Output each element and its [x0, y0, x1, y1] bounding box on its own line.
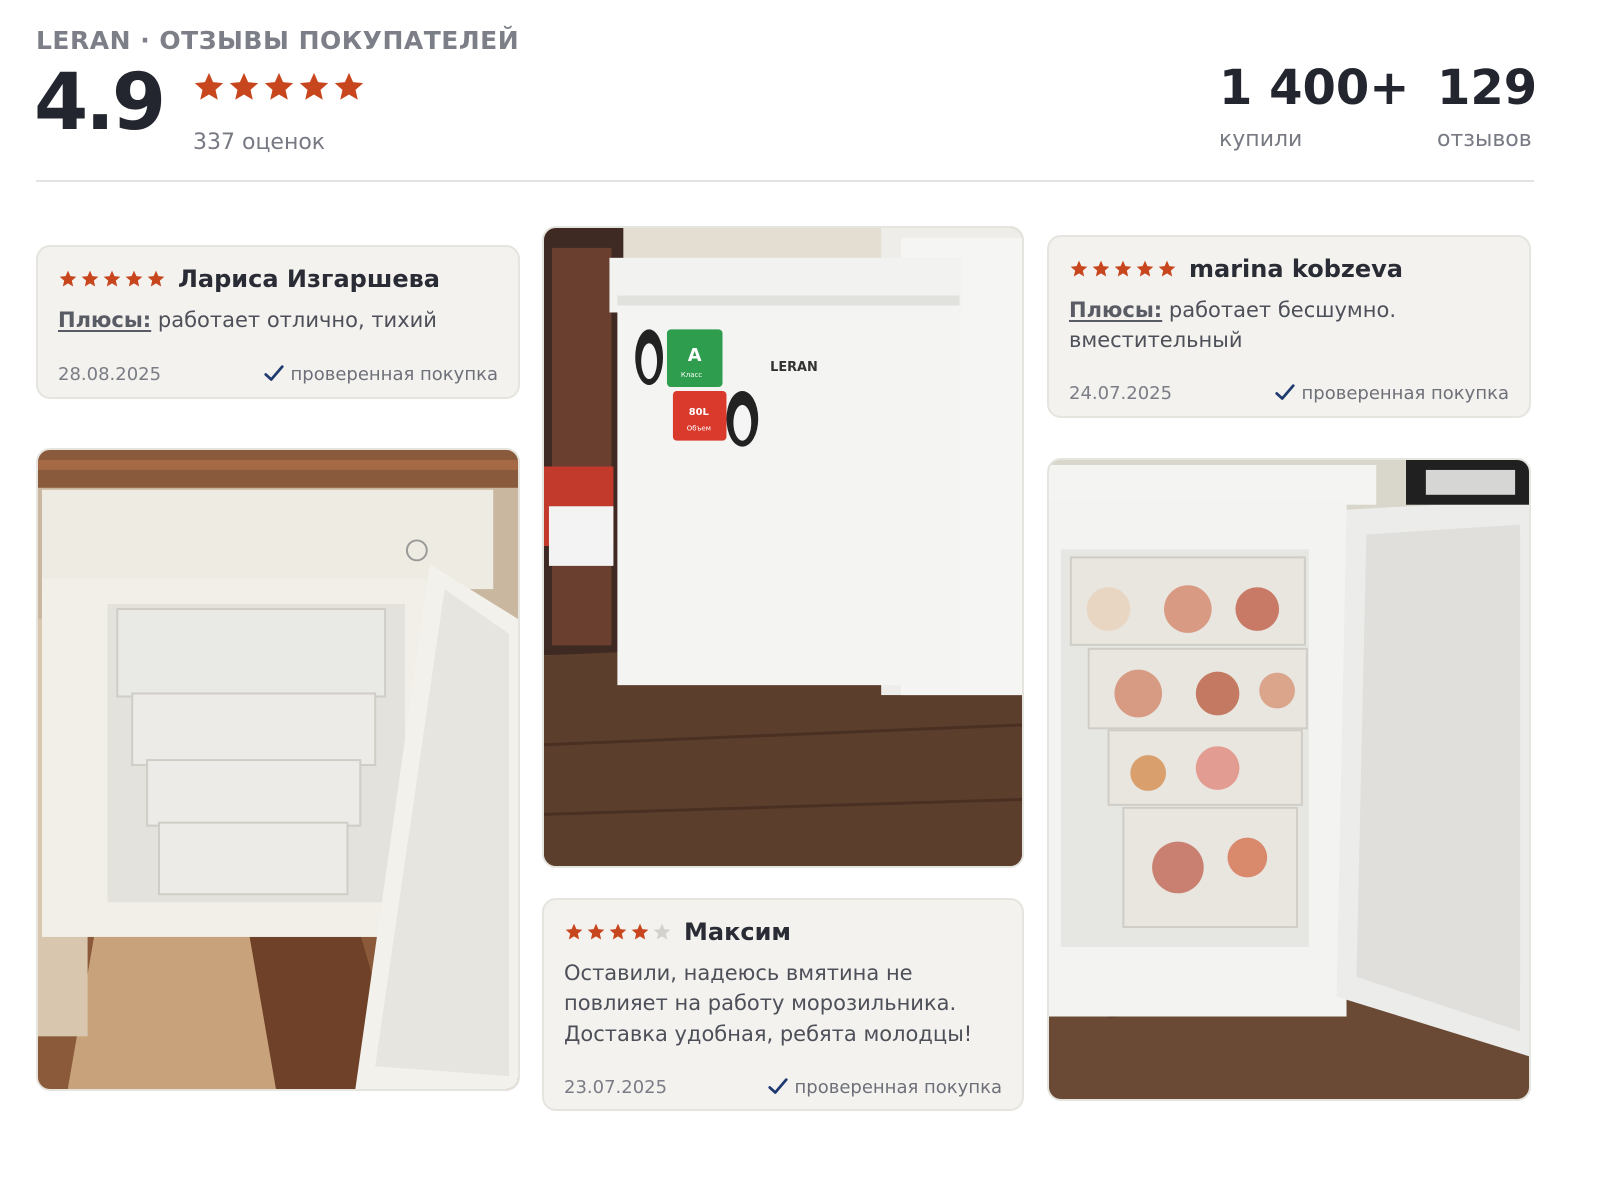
pros-label: Плюсы:: [1069, 298, 1163, 322]
volume-value: 80L: [689, 407, 710, 418]
star-icon: [299, 72, 329, 100]
review-photo[interactable]: [36, 448, 520, 1091]
checkmark-icon: [1274, 384, 1295, 400]
ratings-count: 337 оценок: [193, 130, 326, 155]
star-icon: [631, 923, 649, 940]
stat-bought-value: 1 400+: [1219, 60, 1410, 116]
review-header: Максим: [564, 918, 791, 946]
review-card[interactable]: Лариса Изгаршева Плюсы: работает отлично…: [36, 245, 520, 399]
verified-badge: проверенная покупка: [767, 1076, 1002, 1098]
star-icon: [1158, 260, 1176, 277]
review-text: Оставили, надеюсь вмятина не повлияет на…: [564, 961, 973, 1046]
star-icon: [609, 923, 627, 940]
review-header: Лариса Изгаршева: [58, 265, 440, 293]
freezer-filled-photo: [1049, 460, 1529, 1099]
review-footer: 28.08.2025 проверенная покупка: [58, 363, 498, 385]
pros-label: Плюсы:: [58, 308, 152, 332]
stat-reviews-value: 129: [1437, 60, 1538, 116]
review-header: marina kobzeva: [1069, 255, 1403, 283]
review-stars: [1069, 259, 1177, 279]
verified-text: проверенная покупка: [794, 1076, 1002, 1098]
volume-text: Объем: [687, 425, 711, 433]
energy-class-letter: A: [688, 345, 702, 366]
pros-text: работает отлично, тихий: [157, 308, 437, 332]
checkmark-icon: [263, 365, 284, 381]
star-icon: [1092, 260, 1110, 277]
star-icon: [1070, 260, 1088, 277]
review-footer: 24.07.2025 проверенная покупка: [1069, 382, 1509, 404]
verified-badge: проверенная покупка: [263, 363, 498, 385]
star-icon: [229, 72, 259, 100]
star-icon: [194, 72, 224, 100]
star-icon: [587, 923, 605, 940]
stat-reviews-label: отзывов: [1437, 126, 1532, 152]
energy-class-text: Класс: [681, 371, 702, 379]
review-card[interactable]: Максим Оставили, надеюсь вмятина не повл…: [542, 898, 1024, 1111]
review-date: 24.07.2025: [1069, 382, 1173, 404]
review-footer: 23.07.2025 проверенная покупка: [564, 1076, 1002, 1098]
star-icon: [565, 923, 583, 940]
stat-reviews: 129 отзывов: [1437, 62, 1537, 152]
freezer-open-photo: [38, 450, 518, 1089]
verified-text: проверенная покупка: [1301, 382, 1509, 404]
review-author: Максим: [684, 918, 792, 946]
verified-badge: проверенная покупка: [1274, 382, 1509, 404]
section-title: LERAN · ОТЗЫВЫ ПОКУПАТЕЛЕЙ: [36, 26, 520, 55]
review-date: 28.08.2025: [58, 363, 162, 385]
average-score: 4.9: [34, 58, 166, 148]
review-photo[interactable]: [1047, 458, 1531, 1101]
stat-bought-label: купили: [1219, 126, 1303, 152]
verified-text: проверенная покупка: [290, 363, 498, 385]
review-text: Плюсы: работает отлично, тихий: [58, 305, 500, 335]
review-author: Лариса Изгаршева: [178, 265, 440, 293]
star-icon: [59, 270, 77, 287]
star-icon: [1114, 260, 1132, 277]
star-icon: [81, 270, 99, 287]
star-icon: [264, 72, 294, 100]
star-icon: [103, 270, 121, 287]
review-stars: [58, 269, 166, 289]
average-stars: [192, 70, 366, 104]
checkmark-icon: [767, 1078, 788, 1094]
star-icon: [147, 270, 165, 287]
star-icon: [334, 72, 364, 100]
reviews-header: LERAN · ОТЗЫВЫ ПОКУПАТЕЛЕЙ 4.9 337 оцено…: [34, 0, 1537, 182]
star-icon: [1136, 260, 1154, 277]
star-icon: [653, 923, 671, 940]
review-date: 23.07.2025: [564, 1076, 668, 1098]
freezer-closed-photo: LERAN A Класс 80L Объем: [544, 228, 1022, 866]
review-author: marina kobzeva: [1189, 255, 1403, 283]
review-photo[interactable]: LERAN A Класс 80L Объем: [542, 226, 1024, 868]
review-stars: [564, 922, 672, 942]
review-text: Плюсы: работает бесшумно. вместительный: [1069, 295, 1511, 356]
star-icon: [125, 270, 143, 287]
stat-bought: 1 400+ купили: [1219, 62, 1410, 152]
review-card[interactable]: marina kobzeva Плюсы: работает бесшумно.…: [1047, 235, 1531, 418]
fridge-brand-text: LERAN: [770, 360, 818, 375]
